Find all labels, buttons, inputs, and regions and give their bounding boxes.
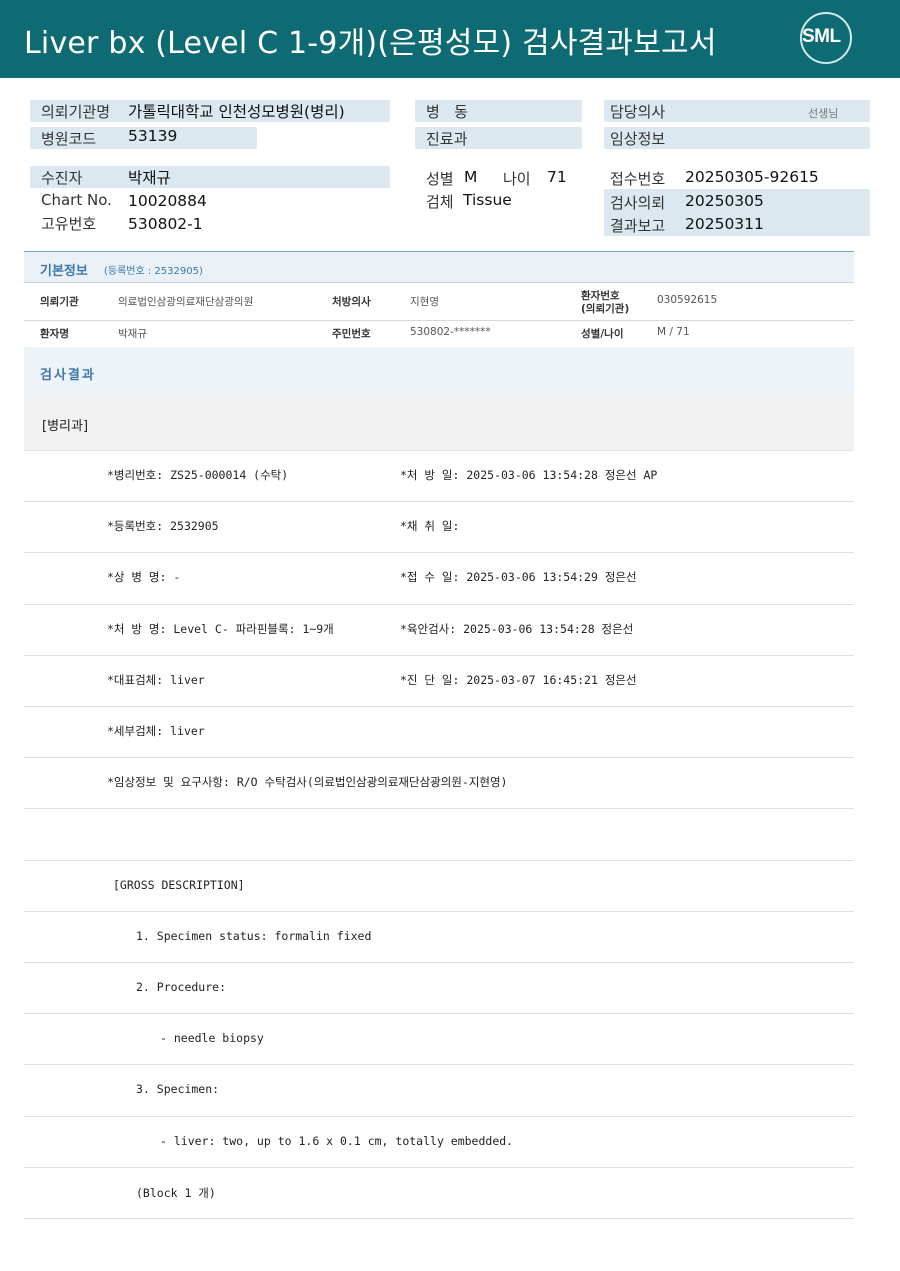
gross-description-line: 3. Specimen:	[136, 1082, 220, 1096]
row-divider	[24, 1013, 854, 1014]
patient-name-value: 박재규	[118, 328, 147, 340]
row-divider	[24, 860, 854, 861]
report-value: 20250311	[685, 215, 764, 233]
row-divider	[24, 1116, 854, 1117]
request-label: 검사의뢰	[610, 194, 666, 212]
row-divider	[24, 1064, 854, 1065]
receipt-label: 접수번호	[610, 170, 666, 188]
row-divider	[24, 1218, 854, 1219]
specimen-value: Tissue	[463, 191, 512, 209]
specimen-label: 검체	[426, 193, 454, 211]
result-field-left: *대표검체: liver	[107, 673, 205, 687]
gross-description-line: (Block 1 개)	[136, 1186, 216, 1200]
result-section-title: 검사결과	[40, 368, 96, 383]
patient-field	[30, 166, 390, 188]
registration-number: (등록번호 : 2532905)	[104, 266, 203, 277]
sex-age-key: 성별/나이	[581, 328, 624, 340]
patient-name-key: 환자명	[40, 328, 69, 340]
rrn-value: 530802-*******	[410, 326, 491, 338]
patient-value: 박재규	[128, 169, 171, 187]
age-value: 71	[547, 168, 567, 186]
sex-value: M	[464, 168, 478, 186]
row-divider	[24, 604, 854, 605]
institution-label: 의뢰기관명	[41, 103, 111, 121]
result-field-left: *세부검체: liver	[107, 724, 205, 738]
clinical-label: 임상정보	[610, 130, 666, 148]
receipt-value: 20250305-92615	[685, 168, 819, 186]
row-divider	[24, 962, 854, 963]
patient-no-key-sub: (의뢰기관)	[581, 303, 630, 315]
result-field-right: *처 방 일: 2025-03-06 13:54:28 정은선 AP	[400, 468, 658, 482]
row-divider	[24, 1167, 854, 1168]
gross-description-line: 1. Specimen status: formalin fixed	[136, 929, 372, 943]
doctor-label: 담당의사	[610, 103, 666, 121]
result-field-left: *처 방 명: Level C- 파라핀블록: 1~9개	[107, 622, 334, 636]
patient-label: 수진자	[41, 169, 83, 187]
gross-description-line: - needle biopsy	[160, 1031, 264, 1045]
result-field-right: *육안검사: 2025-03-06 13:54:28 정은선	[400, 622, 634, 636]
gross-description-line: 2. Procedure:	[136, 980, 227, 994]
row-divider	[24, 757, 854, 758]
chart-value: 10020884	[128, 192, 207, 210]
sml-logo: SML	[800, 12, 854, 66]
department-label: [병리과]	[42, 419, 89, 434]
row-divider	[24, 552, 854, 553]
result-field-right: *채 취 일:	[400, 519, 460, 533]
unique-label: 고유번호	[41, 215, 97, 233]
basic-info-table: 기본정보 (등록번호 : 2532905) 의뢰기관 의료법인삼광의료재단삼광의…	[24, 251, 854, 350]
prescriber-value: 지현영	[410, 296, 439, 308]
row-divider	[24, 655, 854, 656]
result-field-right: *진 단 일: 2025-03-07 16:45:21 정은선	[400, 673, 637, 687]
sex-label: 성별	[426, 170, 454, 188]
gross-description-line: [GROSS DESCRIPTION]	[113, 878, 245, 892]
request-value: 20250305	[685, 192, 764, 210]
ward-label: 병 동	[426, 103, 468, 121]
row-divider	[24, 501, 854, 502]
result-section-header: 검사결과	[24, 347, 854, 399]
report-title: Liver bx (Level C 1-9개)(은평성모) 검사결과보고서	[24, 26, 717, 61]
inst-key: 의뢰기관	[40, 296, 79, 308]
report-label: 결과보고	[610, 217, 666, 235]
hospital-code-value: 53139	[128, 127, 178, 145]
row-divider	[24, 808, 854, 809]
patient-no-value: 030592615	[657, 294, 718, 306]
prescriber-key: 처방의사	[332, 296, 371, 308]
institution-value: 가톨릭대학교 인천성모병원(병리)	[128, 103, 345, 121]
row-divider	[24, 706, 854, 707]
chart-label: Chart No.	[41, 191, 112, 209]
rrn-key: 주민번호	[332, 328, 371, 340]
gross-description-line: - liver: two, up to 1.6 x 0.1 cm, totall…	[160, 1134, 514, 1148]
result-field-right: *접 수 일: 2025-03-06 13:54:29 정은선	[400, 570, 637, 584]
dept-label: 진료과	[426, 130, 468, 148]
basic-info-divider	[24, 320, 854, 321]
result-field-left: *등록번호: 2532905	[107, 519, 219, 533]
row-divider	[24, 911, 854, 912]
hospital-code-label: 병원코드	[41, 130, 97, 148]
report-header: Liver bx (Level C 1-9개)(은평성모) 검사결과보고서 SM…	[0, 0, 900, 78]
unique-value: 530802-1	[128, 215, 203, 233]
basic-info-header: 기본정보 (등록번호 : 2532905)	[24, 252, 854, 283]
department-row: [병리과]	[24, 398, 854, 451]
basic-info-title: 기본정보	[40, 264, 88, 279]
age-label: 나이	[503, 170, 531, 188]
result-field-left: *임상정보 및 요구사항: R/O 수탁검사(의료법인삼광의료재단삼광의원-지현…	[107, 775, 508, 789]
sex-age-value: M / 71	[657, 326, 690, 338]
result-field-left: *상 병 명: -	[107, 570, 181, 584]
logo-text: SML	[802, 26, 841, 47]
inst-value: 의료법인삼광의료재단삼광의원	[118, 296, 254, 308]
doctor-suffix: 선생님	[808, 107, 839, 120]
result-field-left: *병리번호: ZS25-000014 (수탁)	[107, 468, 289, 482]
